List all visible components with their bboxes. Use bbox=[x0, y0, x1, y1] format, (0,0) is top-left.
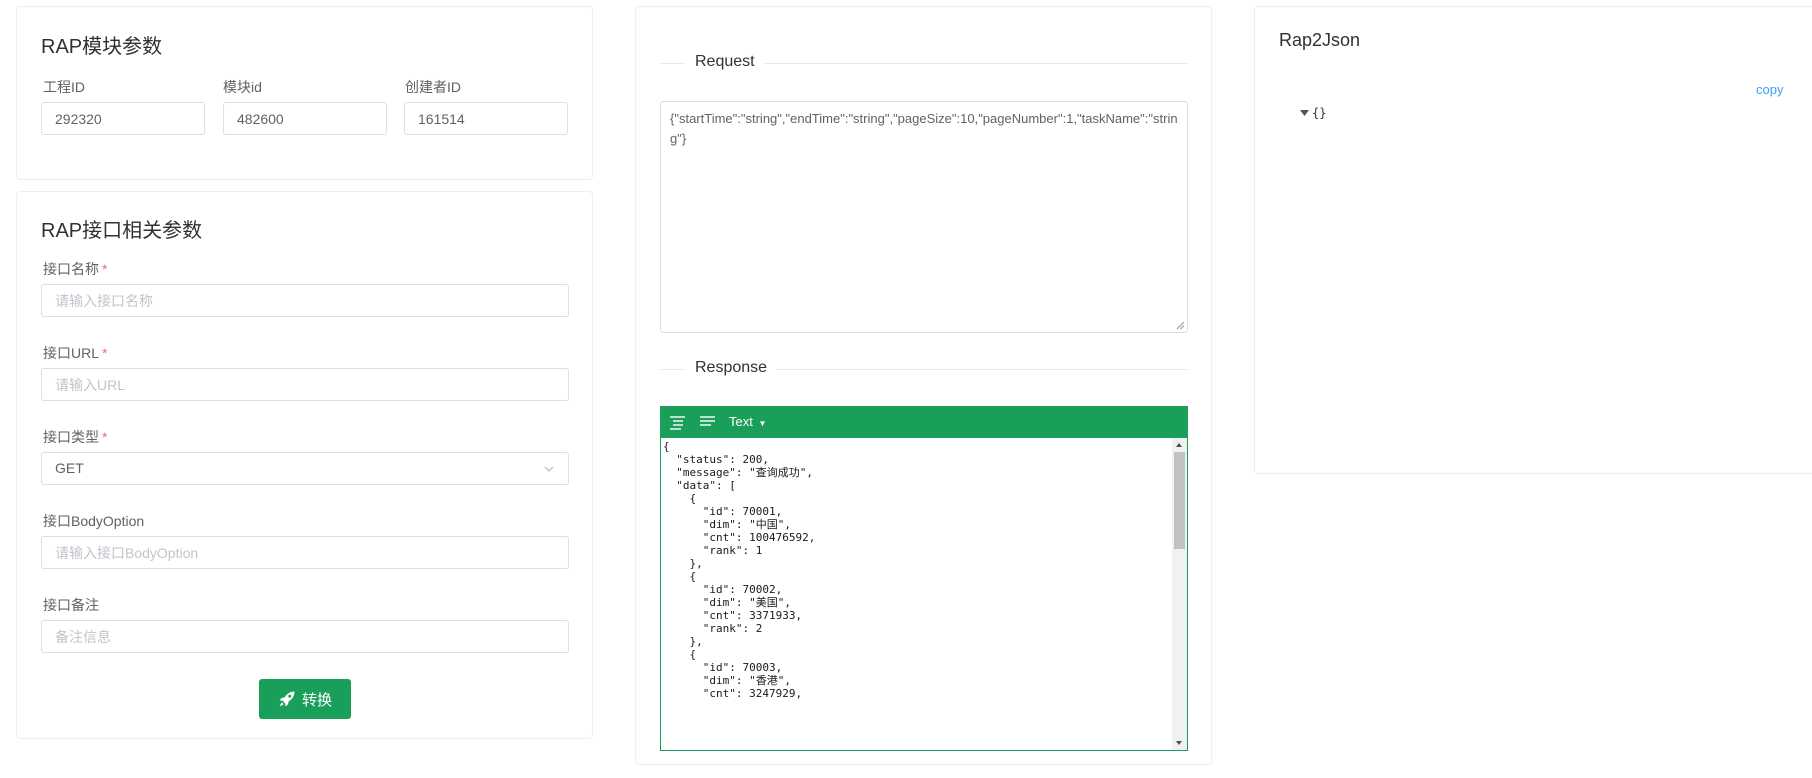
required-mark: * bbox=[102, 261, 108, 277]
json-tree-root-text: {} bbox=[1312, 106, 1327, 120]
rap2json-card: Rap2Json copy {} bbox=[1254, 6, 1812, 474]
request-label: Request bbox=[685, 53, 765, 71]
chevron-down-icon bbox=[544, 466, 554, 472]
request-body-text: {"startTime":"string","endTime":"string"… bbox=[670, 111, 1178, 146]
module-params-card: RAP模块参数 工程ID 模块id 创建者ID bbox=[16, 6, 593, 180]
editor-mode-dropdown[interactable]: Text ▼ bbox=[729, 414, 766, 429]
json-tree-root[interactable]: {} bbox=[1300, 106, 1326, 120]
module-params-title: RAP模块参数 bbox=[41, 36, 163, 58]
request-response-card: Request {"startTime":"string","endTime":… bbox=[635, 6, 1212, 765]
api-type-label: 接口类型 * bbox=[43, 427, 107, 447]
api-name-label: 接口名称 * bbox=[43, 259, 107, 279]
response-json-editor[interactable]: Text ▼ { "status": 200, "message": "查询成功… bbox=[660, 406, 1188, 751]
caret-down-icon[interactable] bbox=[1300, 109, 1309, 117]
response-label: Response bbox=[685, 359, 778, 377]
api-type-select[interactable]: GET bbox=[41, 452, 569, 485]
api-type-value: GET bbox=[55, 460, 84, 476]
api-params-card: RAP接口相关参数 接口名称* 接口URL* 接口类型* GET 接口BodyO… bbox=[16, 191, 593, 739]
copy-button[interactable]: copy bbox=[1756, 82, 1783, 97]
compact-json-icon[interactable] bbox=[699, 414, 716, 431]
body-option-input[interactable] bbox=[41, 536, 569, 569]
body-option-label: 接口BodyOption bbox=[43, 513, 145, 529]
convert-button[interactable]: 转换 bbox=[259, 679, 351, 719]
api-url-label: 接口URL * bbox=[43, 343, 107, 363]
scrollbar-thumb[interactable] bbox=[1174, 452, 1185, 549]
editor-toolbar: Text ▼ bbox=[661, 407, 1187, 438]
remark-label: 接口备注 bbox=[43, 597, 99, 613]
editor-mode-label: Text bbox=[729, 414, 753, 429]
module-id-input[interactable] bbox=[223, 102, 387, 135]
api-type-label-text: 接口类型 bbox=[43, 429, 99, 445]
required-mark: * bbox=[102, 345, 108, 361]
project-id-input[interactable] bbox=[41, 102, 205, 135]
resize-grip-icon[interactable] bbox=[1176, 321, 1185, 330]
required-mark: * bbox=[102, 429, 108, 445]
rocket-icon bbox=[279, 691, 295, 707]
rap2json-title: Rap2Json bbox=[1279, 30, 1361, 50]
response-json-text[interactable]: { "status": 200, "message": "查询成功", "dat… bbox=[661, 438, 1172, 750]
editor-scrollbar[interactable] bbox=[1172, 438, 1187, 750]
project-id-label: 工程ID bbox=[43, 79, 85, 95]
api-url-label-text: 接口URL bbox=[43, 345, 100, 361]
remark-input[interactable] bbox=[41, 620, 569, 653]
module-id-label: 模块id bbox=[223, 79, 262, 95]
api-name-label-text: 接口名称 bbox=[43, 261, 99, 277]
request-body-textarea[interactable]: {"startTime":"string","endTime":"string"… bbox=[660, 101, 1188, 333]
scroll-up-arrow-icon[interactable] bbox=[1176, 443, 1182, 447]
creator-id-label: 创建者ID bbox=[405, 79, 461, 95]
api-url-input[interactable] bbox=[41, 368, 569, 401]
format-json-icon[interactable] bbox=[669, 414, 686, 431]
caret-down-icon: ▼ bbox=[758, 419, 767, 428]
api-name-input[interactable] bbox=[41, 284, 569, 317]
api-params-title: RAP接口相关参数 bbox=[41, 220, 203, 242]
scroll-down-arrow-icon[interactable] bbox=[1176, 741, 1182, 745]
creator-id-input[interactable] bbox=[404, 102, 568, 135]
convert-button-label: 转换 bbox=[301, 691, 332, 709]
